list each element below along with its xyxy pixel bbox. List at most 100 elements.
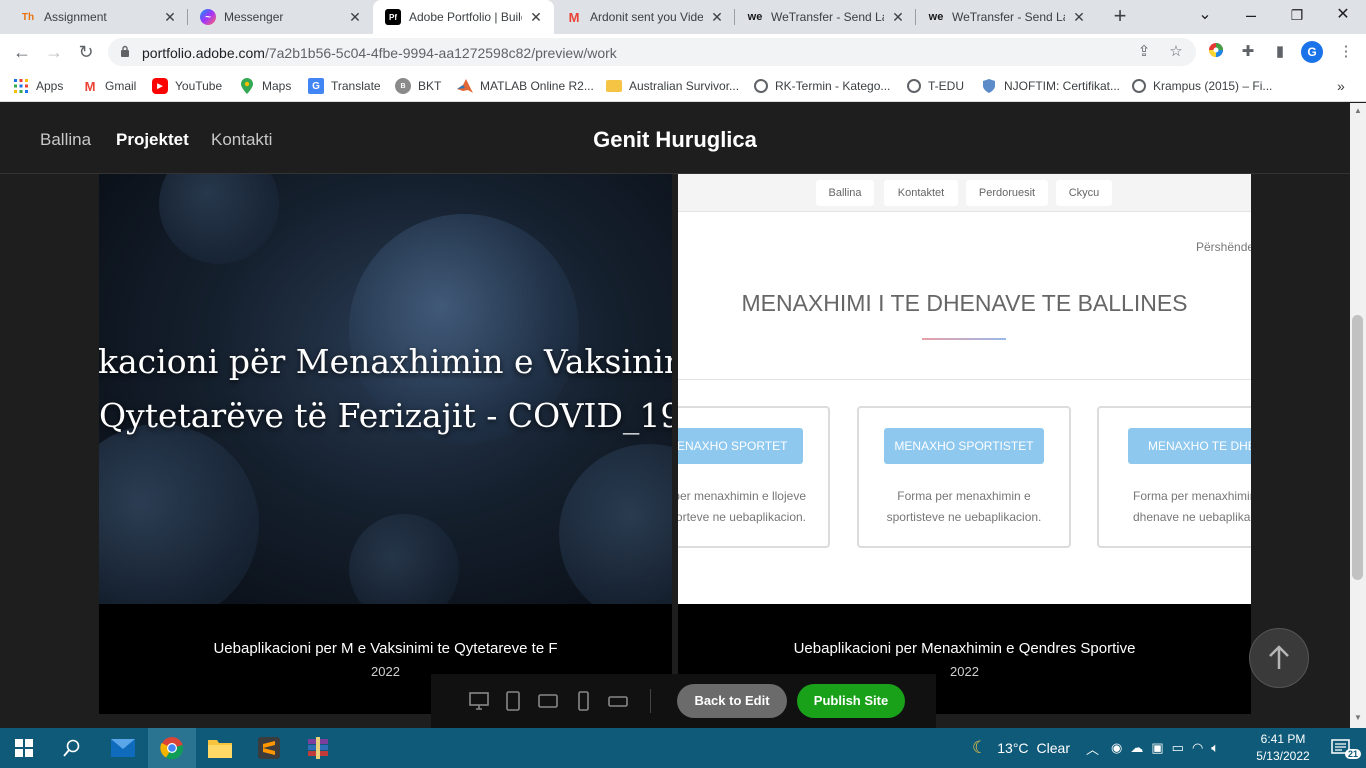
back-to-edit-button[interactable]: Back to Edit bbox=[677, 684, 787, 718]
site-title[interactable]: Genit Huruglica bbox=[0, 127, 1350, 153]
phone-portrait-icon[interactable] bbox=[571, 690, 595, 712]
chevron-up-icon[interactable]: ︿ bbox=[1086, 739, 1099, 758]
mail-icon[interactable] bbox=[99, 728, 147, 768]
desc-line: per menaxhimin e llojeve bbox=[678, 489, 806, 503]
bookmark-gmail[interactable]: M Gmail bbox=[82, 76, 137, 96]
divider bbox=[678, 379, 1251, 380]
bookmark-youtube[interactable]: ▶ YouTube bbox=[152, 76, 222, 96]
screenshot-nav-item: Ballina bbox=[816, 180, 874, 206]
close-icon[interactable]: ✕ bbox=[709, 9, 725, 26]
file-explorer-icon[interactable] bbox=[196, 728, 244, 768]
bookmark-apps[interactable]: Apps bbox=[13, 76, 63, 96]
windows-taskbar: ☾ 13°C Clear ︿ ◉ ☁ ▣ ▭ ◠ 🔈︎ 6:41 PM 5/13… bbox=[0, 728, 1366, 768]
bookmark-krampus[interactable]: Krampus (2015) – Fi... bbox=[1132, 76, 1272, 96]
tab-gmail[interactable]: M Ardonit sent you Vide ✕ bbox=[554, 0, 735, 34]
desc-line: Forma per menaxhimin bbox=[1133, 489, 1251, 503]
lock-icon[interactable] bbox=[120, 45, 130, 57]
phone-landscape-icon[interactable] bbox=[606, 690, 630, 712]
tablet-portrait-icon[interactable] bbox=[501, 690, 525, 712]
bookmark-label: Krampus (2015) – Fi... bbox=[1153, 79, 1273, 93]
forward-arrow-icon[interactable]: → bbox=[42, 40, 66, 64]
bookmark-label: Gmail bbox=[105, 79, 137, 93]
display-icon[interactable]: ▣ bbox=[1151, 740, 1163, 756]
tab-wetransfer-2[interactable]: we WeTransfer - Send Lar ✕ bbox=[916, 0, 1097, 34]
scroll-to-top-button[interactable] bbox=[1249, 628, 1309, 688]
bookmark-njoftim[interactable]: NJOFTIM: Certifikat... bbox=[981, 76, 1120, 96]
sublime-text-icon[interactable] bbox=[245, 728, 293, 768]
bookmark-matlab[interactable]: MATLAB Online R2... bbox=[457, 76, 594, 96]
bookmark-rk-termin[interactable]: RK-Termin - Katego... bbox=[754, 76, 890, 96]
reload-icon[interactable]: ↻ bbox=[74, 40, 98, 64]
battery-icon[interactable]: ▭ bbox=[1172, 740, 1184, 756]
close-icon[interactable]: ✕ bbox=[890, 9, 906, 26]
scrollbar-thumb[interactable] bbox=[1352, 315, 1363, 580]
project-title[interactable]: Uebaplikacioni per Menaxhimin e Qendres … bbox=[678, 640, 1251, 657]
close-icon[interactable]: ✕ bbox=[162, 9, 178, 26]
chrome-icon[interactable] bbox=[148, 728, 196, 768]
arrow-up-icon bbox=[1269, 645, 1289, 669]
globe-icon bbox=[754, 79, 768, 93]
tab-adobe-portfolio[interactable]: Pf Adobe Portfolio | Build ✕ bbox=[373, 0, 554, 34]
project-thumbnail[interactable]: likacioni për Menaxhimin e Vaksinim Qyte… bbox=[99, 174, 672, 604]
bookmark-australian-survivor[interactable]: Australian Survivor... bbox=[606, 76, 739, 96]
screenshot-card: MENAXHO TE DHENA Forma per menaxhimin dh… bbox=[1097, 406, 1251, 548]
close-icon[interactable]: ✕ bbox=[1071, 9, 1087, 26]
bookmark-bkt[interactable]: B BKT bbox=[395, 76, 441, 96]
search-icon[interactable] bbox=[48, 728, 96, 768]
onedrive-cloud-icon[interactable]: ☁ bbox=[1130, 740, 1143, 756]
extensions-puzzle-icon[interactable]: ✚ bbox=[1238, 42, 1258, 62]
desc-line: dhenave ne uebaplikac bbox=[1133, 510, 1251, 524]
weather-widget[interactable]: ☾ 13°C Clear bbox=[972, 728, 1070, 768]
wetransfer-icon: we bbox=[747, 11, 763, 23]
windows-start-icon[interactable] bbox=[0, 728, 48, 768]
bookmark-translate[interactable]: G Translate bbox=[308, 76, 381, 96]
side-panel-icon[interactable]: ▮ bbox=[1270, 42, 1290, 62]
close-window-button[interactable]: ✕ bbox=[1320, 0, 1366, 34]
project-title[interactable]: Uebaplikacioni per M e Vaksinimi te Qyte… bbox=[99, 640, 672, 657]
address-bar[interactable]: portfolio.adobe.com/7a2b1b56-5c04-4fbe-9… bbox=[108, 38, 1196, 66]
virus-image bbox=[559, 444, 672, 604]
close-icon[interactable]: ✕ bbox=[528, 9, 544, 26]
screenshot-desc: Forma per menaxhimin e sportisteve ne ue… bbox=[865, 486, 1063, 528]
restore-button[interactable]: ❐ bbox=[1274, 0, 1320, 34]
tab-assignment[interactable]: Th Assignment ✕ bbox=[8, 0, 188, 34]
bookmarks-overflow-icon[interactable]: » bbox=[1337, 76, 1345, 96]
project-card-covid[interactable]: likacioni për Menaxhimin e Vaksinim Qyte… bbox=[99, 174, 672, 714]
bookmark-t-edu[interactable]: T-EDU bbox=[907, 76, 964, 96]
globe-icon bbox=[1132, 79, 1146, 93]
project-card-sports[interactable]: Ballina Kontaktet Perdoruesit Ckycu Përs… bbox=[678, 174, 1251, 714]
site-header: Ballina Projektet Kontakti Genit Hurugli… bbox=[0, 103, 1350, 174]
bookmark-star-icon[interactable]: ☆ bbox=[1166, 42, 1186, 62]
bookmark-maps[interactable]: Maps bbox=[239, 76, 291, 96]
close-icon[interactable]: ✕ bbox=[347, 9, 363, 26]
screenshot-button: MENAXHO SPORTISTET bbox=[884, 428, 1044, 464]
shield-icon bbox=[981, 78, 997, 94]
notification-center-icon[interactable]: 21 bbox=[1318, 728, 1366, 768]
volume-icon[interactable]: 🔈︎ bbox=[1211, 740, 1219, 756]
clock[interactable]: 6:41 PM 5/13/2022 bbox=[1252, 731, 1314, 765]
adobe-portfolio-icon: Pf bbox=[385, 9, 401, 25]
share-icon[interactable]: ⇪ bbox=[1134, 42, 1154, 62]
minimize-button[interactable]: – bbox=[1228, 0, 1274, 34]
project-thumbnail[interactable]: Ballina Kontaktet Perdoruesit Ckycu Përs… bbox=[678, 174, 1251, 604]
globe-icon bbox=[907, 79, 921, 93]
page-scrollbar[interactable]: ▲ ▼ bbox=[1350, 103, 1366, 728]
tab-search-button[interactable]: ⌄ bbox=[1182, 0, 1228, 34]
new-tab-button[interactable]: + bbox=[1108, 5, 1132, 29]
teams-like-icon: Th bbox=[21, 11, 35, 23]
menu-kebab-icon[interactable]: ⋮ bbox=[1336, 42, 1356, 62]
tab-messenger[interactable]: ~ Messenger ✕ bbox=[188, 0, 373, 34]
clock-date: 5/13/2022 bbox=[1256, 749, 1310, 763]
bookmark-label: RK-Termin - Katego... bbox=[775, 79, 891, 93]
tab-wetransfer-1[interactable]: we WeTransfer - Send Lar ✕ bbox=[735, 0, 916, 34]
color-extension-icon[interactable] bbox=[1206, 42, 1226, 62]
wifi-icon[interactable]: ◠ bbox=[1192, 740, 1203, 756]
webcam-icon[interactable]: ◉ bbox=[1111, 740, 1122, 756]
desktop-view-icon[interactable] bbox=[467, 690, 491, 712]
publish-site-button[interactable]: Publish Site bbox=[797, 684, 905, 718]
desc-line: sportisteve ne uebaplikacion. bbox=[886, 510, 1042, 524]
profile-avatar[interactable]: G bbox=[1301, 41, 1323, 63]
tablet-landscape-icon[interactable] bbox=[536, 690, 560, 712]
back-arrow-icon[interactable]: ← bbox=[10, 40, 34, 64]
winrar-icon[interactable] bbox=[294, 728, 342, 768]
